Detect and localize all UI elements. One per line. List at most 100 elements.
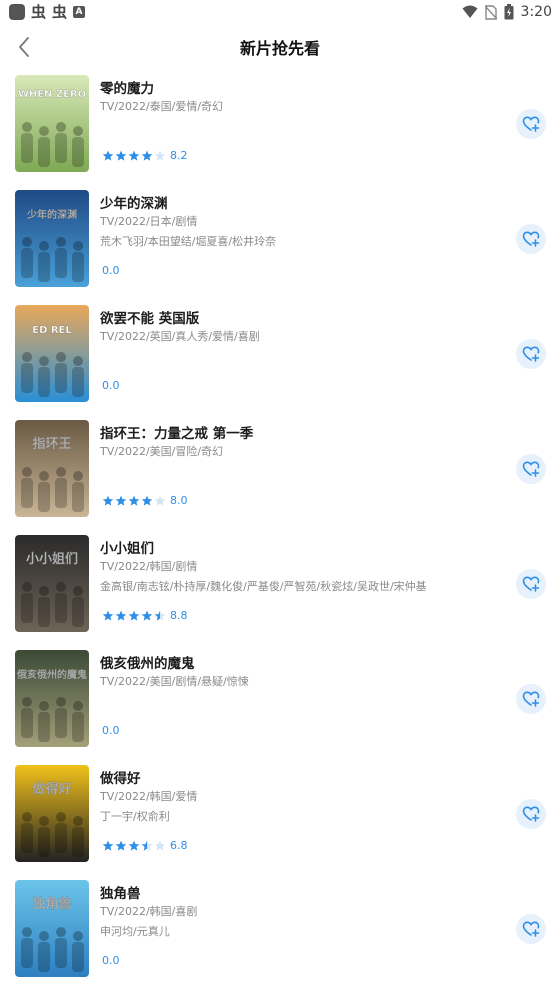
heart-add-icon — [522, 116, 540, 132]
movie-rating: 8.2 — [102, 149, 188, 163]
movie-item[interactable]: 俄亥俄州的魔鬼 俄亥俄州的魔鬼 TV/2022/美国/剧情/悬疑/惊悚 0.0 — [0, 650, 560, 765]
movie-poster-image: 少年的深渊 — [15, 190, 89, 287]
poster-title-text: 少年的深渊 — [26, 208, 77, 221]
page-title: 新片抢先看 — [239, 39, 320, 58]
app-bar: 新片抢先看 — [0, 24, 560, 70]
movie-poster-image: WHEN ZERO — [15, 75, 89, 172]
heart-add-icon — [522, 806, 540, 822]
notification-icon: 虫 — [31, 3, 47, 21]
heart-add-icon — [522, 691, 540, 707]
movie-item[interactable]: 做得好 做得好 TV/2022/韩国/爱情 丁一宇/权俞利 6.8 — [0, 765, 560, 880]
movie-title: 俄亥俄州的魔鬼 — [100, 656, 195, 672]
rating-score: 0.0 — [102, 724, 120, 737]
star-filled-icon — [141, 495, 153, 506]
movie-poster-image: 做得好 — [15, 765, 89, 862]
movie-item[interactable]: 少年的深渊 少年的深渊 TV/2022/日本/剧情 荒木飞羽/本田望结/堀夏喜/… — [0, 190, 560, 305]
star-filled-icon — [115, 495, 127, 506]
movie-poster-image: 指环王 — [15, 420, 89, 517]
status-bar-right-icons: 3:20 — [462, 3, 552, 21]
favorite-button[interactable] — [516, 339, 546, 369]
movie-rating: 6.8 — [102, 839, 188, 853]
movie-rating: 0.0 — [102, 264, 120, 278]
favorite-button[interactable] — [516, 914, 546, 944]
star-filled-icon — [102, 150, 114, 161]
movie-poster-image: 独角兽 — [15, 880, 89, 977]
star-empty-icon — [154, 840, 166, 851]
poster-artwork: 独角兽 — [15, 880, 89, 977]
movie-meta: TV/2022/泰国/爱情/奇幻 — [100, 100, 224, 113]
movie-cast: 丁一宇/权俞利 — [100, 810, 170, 823]
star-filled-icon — [115, 610, 127, 621]
movie-rating: 0.0 — [102, 954, 120, 968]
star-filled-icon — [115, 150, 127, 161]
star-filled-icon — [128, 150, 140, 161]
poster-artwork: 俄亥俄州的魔鬼 — [15, 650, 89, 747]
movie-title: 独角兽 — [100, 886, 141, 902]
star-half-icon — [154, 610, 166, 621]
notification-icon: 虫 — [52, 3, 68, 21]
a-icon: A — [73, 6, 86, 18]
no-sim-icon — [484, 4, 497, 20]
movie-title: 零的魔力 — [100, 81, 154, 97]
poster-artwork: ED REL — [15, 305, 89, 402]
battery-icon — [504, 4, 514, 20]
poster-artwork: 小小姐们 — [15, 535, 89, 632]
movie-title: 做得好 — [100, 771, 141, 787]
poster-artwork: 指环王 — [15, 420, 89, 517]
movie-meta: TV/2022/美国/冒险/奇幻 — [100, 445, 224, 458]
favorite-button[interactable] — [516, 109, 546, 139]
movie-meta: TV/2022/英国/真人秀/爱情/喜剧 — [100, 330, 260, 343]
poster-title-text: 做得好 — [31, 781, 71, 797]
movie-meta: TV/2022/韩国/剧情 — [100, 560, 198, 573]
movie-title: 少年的深渊 — [100, 196, 168, 212]
favorite-button[interactable] — [516, 454, 546, 484]
movie-meta: TV/2022/韩国/喜剧 — [100, 905, 198, 918]
movie-item[interactable]: 独角兽 独角兽 TV/2022/韩国/喜剧 申河均/元真儿 0.0 — [0, 880, 560, 995]
rating-stars — [102, 610, 166, 622]
heart-add-icon — [522, 576, 540, 592]
poster-title-text: WHEN ZERO — [18, 89, 86, 100]
movie-title: 指环王：力量之戒 第一季 — [100, 426, 254, 442]
heart-add-icon — [522, 231, 540, 247]
movie-title: 欲罢不能 英国版 — [100, 311, 200, 327]
movie-cast: 金高银/南志铉/朴持厚/魏化俊/严基俊/严智苑/秋瓷炫/吴政世/宋仲基 — [100, 580, 427, 593]
movie-poster-image: ED REL — [15, 305, 89, 402]
star-empty-icon — [154, 150, 166, 161]
movie-rating: 0.0 — [102, 379, 120, 393]
movie-item[interactable]: WHEN ZERO 零的魔力 TV/2022/泰国/爱情/奇幻 8.2 — [0, 75, 560, 190]
poster-title-text: 独角兽 — [32, 896, 71, 912]
rating-score: 8.2 — [170, 149, 188, 162]
star-empty-icon — [154, 495, 166, 506]
movie-item[interactable]: 小小姐们 小小姐们 TV/2022/韩国/剧情 金高银/南志铉/朴持厚/魏化俊/… — [0, 535, 560, 650]
heart-add-icon — [522, 346, 540, 362]
movie-poster-image: 俄亥俄州的魔鬼 — [15, 650, 89, 747]
status-bar: 虫 虫 A 3:20 — [0, 0, 560, 24]
movie-meta: TV/2022/日本/剧情 — [100, 215, 198, 228]
rating-score: 6.8 — [170, 839, 188, 852]
heart-add-icon — [522, 921, 540, 937]
favorite-button[interactable] — [516, 569, 546, 599]
movie-cast: 申河均/元真儿 — [100, 925, 170, 938]
poster-artwork: 少年的深渊 — [15, 190, 89, 287]
favorite-button[interactable] — [516, 799, 546, 829]
rating-stars — [102, 495, 166, 507]
movie-rating: 8.8 — [102, 609, 188, 623]
poster-artwork: 做得好 — [15, 765, 89, 862]
star-filled-icon — [128, 840, 140, 851]
movie-item[interactable]: 指环王 指环王：力量之戒 第一季 TV/2022/美国/冒险/奇幻 8.0 — [0, 420, 560, 535]
app-icon — [9, 4, 25, 20]
movie-item[interactable]: ED REL 欲罢不能 英国版 TV/2022/英国/真人秀/爱情/喜剧 0.0 — [0, 305, 560, 420]
star-filled-icon — [128, 495, 140, 506]
movie-rating: 8.0 — [102, 494, 188, 508]
movie-list: WHEN ZERO 零的魔力 TV/2022/泰国/爱情/奇幻 8.2 少年的深… — [0, 75, 560, 995]
movie-poster-image: 小小姐们 — [15, 535, 89, 632]
wifi-icon — [462, 5, 478, 18]
favorite-button[interactable] — [516, 684, 546, 714]
heart-add-icon — [522, 461, 540, 477]
rating-score: 0.0 — [102, 954, 120, 967]
favorite-button[interactable] — [516, 224, 546, 254]
poster-title-text: 俄亥俄州的魔鬼 — [16, 668, 87, 681]
rating-score: 8.0 — [170, 494, 188, 507]
movie-title: 小小姐们 — [100, 541, 154, 557]
poster-title-text: 指环王 — [32, 436, 71, 452]
